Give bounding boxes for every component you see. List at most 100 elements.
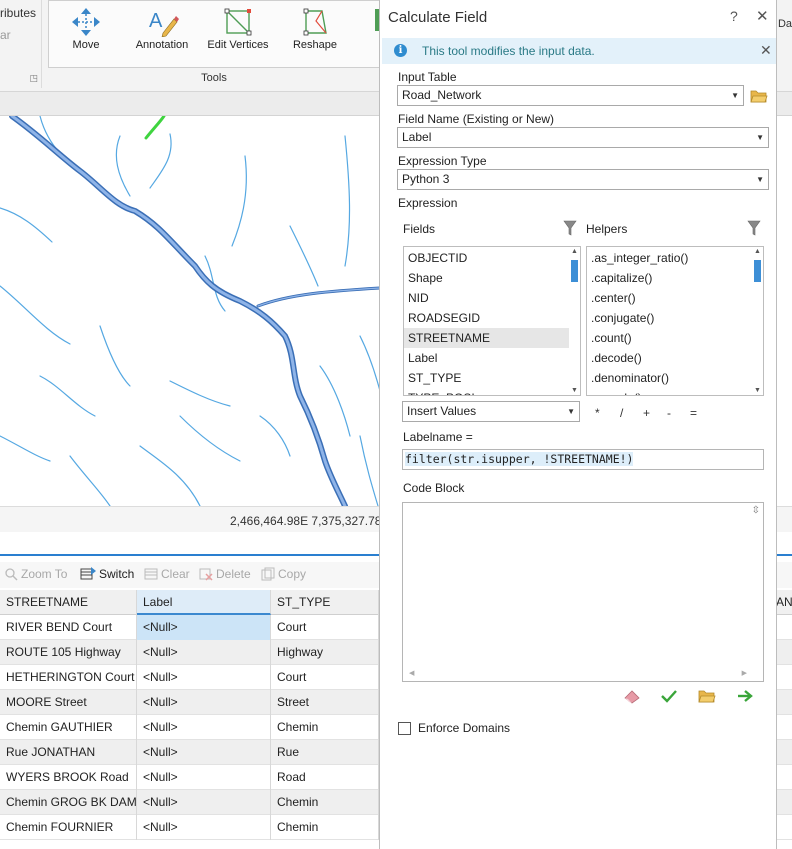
column-header-partial[interactable]: AN <box>776 590 792 615</box>
multiply-operator-button[interactable]: * <box>595 406 600 420</box>
map-view[interactable] <box>0 116 380 506</box>
cell-streetname[interactable]: RIVER BEND Court <box>0 615 137 640</box>
browse-folder-icon[interactable] <box>750 88 768 104</box>
cell-label[interactable]: <Null> <box>137 765 271 790</box>
list-item[interactable]: .capitalize() <box>587 268 752 288</box>
expression-text[interactable]: filter(str.isupper, !STREETNAME!) <box>405 452 634 466</box>
fields-scrollbar[interactable]: ▲ ▼ <box>570 248 579 394</box>
enforce-domains-checkbox[interactable]: Enforce Domains <box>398 721 510 735</box>
cell-st-type[interactable]: Chemin <box>271 715 379 740</box>
cell-st-type[interactable]: Court <box>271 665 379 690</box>
cell-label[interactable]: <Null> <box>137 665 271 690</box>
cell-label[interactable]: <Null> <box>137 640 271 665</box>
open-expression-folder-icon[interactable] <box>698 688 716 707</box>
zoom-to-button[interactable]: Zoom To <box>4 567 67 581</box>
list-item[interactable]: ROADSEGID <box>404 308 569 328</box>
verify-checkmark-icon[interactable] <box>660 688 678 707</box>
column-header-st-type[interactable]: ST_TYPE <box>271 590 379 615</box>
save-expression-arrow-icon[interactable] <box>736 688 754 707</box>
list-item[interactable]: OBJECTID <box>404 248 569 268</box>
column-header-label[interactable]: Label <box>137 590 271 615</box>
input-table-dropdown[interactable]: Road_Network ▼ <box>397 85 744 106</box>
cell-st-type[interactable]: Court <box>271 615 379 640</box>
scroll-down-icon[interactable]: ▼ <box>753 387 762 394</box>
column-header-streetname[interactable]: STREETNAME <box>0 590 137 615</box>
delete-button[interactable]: Delete <box>199 567 251 581</box>
insert-values-dropdown[interactable]: Insert Values ▼ <box>402 401 580 422</box>
list-item[interactable]: .decode() <box>587 348 752 368</box>
close-icon[interactable]: ✕ <box>756 7 769 25</box>
helpers-filter-icon[interactable] <box>747 220 761 236</box>
reshape-button[interactable]: Reshape <box>280 7 350 51</box>
scroll-up-icon[interactable]: ▲ <box>570 248 579 255</box>
cell-label[interactable]: <Null> <box>137 740 271 765</box>
list-item[interactable]: .encode() <box>587 388 752 395</box>
scroll-thumb[interactable] <box>754 260 761 282</box>
move-button[interactable]: Move <box>51 7 121 51</box>
list-item[interactable]: Shape <box>404 268 569 288</box>
code-block-input[interactable]: ⇳ ◀ ▶ <box>402 502 764 682</box>
cell-streetname[interactable]: HETHERINGTON Court <box>0 665 137 690</box>
cell-streetname[interactable]: Chemin GAUTHIER <box>0 715 137 740</box>
list-item[interactable]: ST_TYPE <box>404 368 569 388</box>
cell-label[interactable]: <Null> <box>137 690 271 715</box>
split-view-icon[interactable]: ⇳ <box>752 505 760 516</box>
expression-type-dropdown[interactable]: Python 3 ▼ <box>397 169 769 190</box>
cell-label[interactable]: <Null> <box>137 815 271 840</box>
list-item[interactable]: NID <box>404 288 569 308</box>
list-item[interactable]: .conjugate() <box>587 308 752 328</box>
minus-operator-button[interactable]: - <box>667 406 671 420</box>
edit-vertices-button[interactable]: Edit Vertices <box>203 7 273 51</box>
scroll-thumb[interactable] <box>571 260 578 282</box>
list-item[interactable]: .as_integer_ratio() <box>587 248 752 268</box>
code-block-hscrollbar[interactable]: ◀ ▶ <box>409 669 747 679</box>
list-item[interactable]: .denominator() <box>587 368 752 388</box>
list-item-selected[interactable]: STREETNAME <box>404 328 569 348</box>
cell-st-type[interactable]: Road <box>271 765 379 790</box>
stream-line <box>149 133 172 189</box>
data-label[interactable]: Da <box>778 18 792 30</box>
list-item[interactable]: TYPE_POSI <box>404 388 569 395</box>
scroll-up-icon[interactable]: ▲ <box>753 248 762 255</box>
eraser-icon[interactable] <box>623 688 641 707</box>
cell-label[interactable]: <Null> <box>137 715 271 740</box>
cell-st-type[interactable]: Chemin <box>271 815 379 840</box>
switch-button[interactable]: Switch <box>80 567 134 581</box>
dismiss-info-icon[interactable]: ✕ <box>760 42 772 59</box>
field-name-dropdown[interactable]: Label ▼ <box>397 127 769 148</box>
attributes-label[interactable]: ributes <box>0 6 36 20</box>
cell-streetname[interactable]: Rue JONATHAN <box>0 740 137 765</box>
copy-button[interactable]: Copy <box>261 567 306 581</box>
cell-st-type[interactable]: Chemin <box>271 790 379 815</box>
cell-streetname[interactable]: MOORE Street <box>0 690 137 715</box>
scroll-down-icon[interactable]: ▼ <box>570 387 579 394</box>
move-label: Move <box>72 39 100 51</box>
cell-streetname[interactable]: Chemin GROG BK DAM <box>0 790 137 815</box>
annotation-button[interactable]: A Annotation <box>127 7 197 51</box>
equals-operator-button[interactable]: = <box>690 406 697 420</box>
cell-streetname[interactable]: ROUTE 105 Highway <box>0 640 137 665</box>
cell-st-type[interactable]: Highway <box>271 640 379 665</box>
expression-input[interactable]: filter(str.isupper, !STREETNAME!) <box>402 449 764 470</box>
helpers-list[interactable]: .as_integer_ratio() .capitalize() .cente… <box>586 246 764 396</box>
list-item[interactable]: .count() <box>587 328 752 348</box>
help-button[interactable]: ? <box>730 8 738 24</box>
cell-st-type[interactable]: Street <box>271 690 379 715</box>
group-launcher-icon[interactable]: ◳ <box>29 73 38 84</box>
cell-label[interactable]: <Null> <box>137 790 271 815</box>
helpers-scrollbar[interactable]: ▲ ▼ <box>753 248 762 394</box>
checkbox-box[interactable] <box>398 721 411 735</box>
list-item[interactable]: Label <box>404 348 569 368</box>
list-item[interactable]: .center() <box>587 288 752 308</box>
cell-streetname[interactable]: Chemin FOURNIER <box>0 815 137 840</box>
zoom-to-icon <box>5 568 18 581</box>
divide-operator-button[interactable]: / <box>620 406 623 420</box>
cell-streetname[interactable]: WYERS BROOK Road <box>0 765 137 790</box>
fields-filter-icon[interactable] <box>563 220 577 236</box>
fields-list[interactable]: OBJECTID Shape NID ROADSEGID STREETNAME … <box>403 246 581 396</box>
cell-st-type[interactable]: Rue <box>271 740 379 765</box>
plus-operator-button[interactable]: + <box>643 406 650 420</box>
stream-line <box>69 455 111 506</box>
cell-label[interactable]: <Null> <box>137 615 271 640</box>
clear-button[interactable]: Clear <box>144 567 190 581</box>
